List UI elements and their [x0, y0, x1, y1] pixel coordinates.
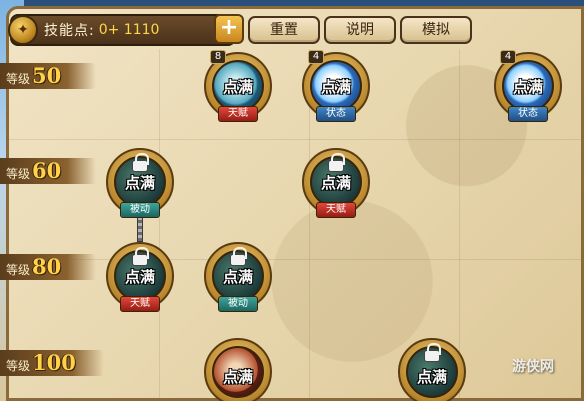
level-label-100: 等级 100 — [0, 350, 104, 376]
simulate-button[interactable]: 模拟 — [400, 16, 472, 44]
lock-icon — [328, 153, 345, 172]
skill-point-coin-icon: ✦ — [8, 15, 38, 45]
skill-node-lv50-3[interactable]: 4 点满 状态 — [494, 50, 562, 122]
skill-points-value: 0+ 1110 — [98, 22, 160, 38]
level-text: 等级 — [6, 263, 31, 277]
skill-type-tag: 状态 — [508, 106, 548, 122]
skill-node-lv50-1[interactable]: 8 点满 天赋 — [204, 50, 272, 122]
level-number: 60 — [32, 158, 62, 183]
lock-icon — [132, 153, 149, 172]
level-number: 50 — [32, 63, 62, 88]
skill-node-lv50-2[interactable]: 4 点满 状态 — [302, 50, 370, 122]
skill-type-tag: 天赋 — [316, 202, 356, 218]
skill-level-badge: 8 — [210, 50, 226, 64]
skill-points-bar: ✦ 技能点: 0+ 1110 — [8, 14, 236, 46]
skill-status: 点满 — [222, 368, 253, 386]
skill-connector — [137, 216, 143, 242]
map-gridline — [459, 49, 460, 398]
skill-status: 点满 — [124, 268, 155, 286]
skill-status: 点满 — [416, 368, 447, 386]
reset-button[interactable]: 重置 — [248, 16, 320, 44]
level-label-50: 等级 50 — [0, 63, 96, 89]
skill-status: 点满 — [222, 78, 253, 96]
lock-icon — [132, 247, 149, 266]
site-watermark: 游侠网 — [512, 359, 554, 375]
skill-status: 点满 — [512, 78, 543, 96]
skill-node-lv100-1[interactable]: 点满 — [204, 338, 272, 401]
level-number: 100 — [32, 350, 76, 375]
skill-node-lv100-2[interactable]: 点满 — [398, 338, 466, 401]
skill-type-tag: 被动 — [218, 296, 258, 312]
lock-icon — [424, 343, 441, 362]
skill-type-tag: 天赋 — [218, 106, 258, 122]
skill-type-tag: 天赋 — [120, 296, 160, 312]
level-label-80: 等级 80 — [0, 254, 96, 280]
skill-node-lv60-1[interactable]: 点满 被动 — [106, 148, 174, 218]
lock-icon — [230, 247, 247, 266]
skill-status: 点满 — [320, 174, 351, 192]
level-label-60: 等级 60 — [0, 158, 96, 184]
map-gridline — [159, 49, 160, 398]
info-button[interactable]: 说明 — [324, 16, 396, 44]
skill-type-tag: 状态 — [316, 106, 356, 122]
skill-node-lv80-1[interactable]: 点满 天赋 — [106, 242, 174, 312]
level-text: 等级 — [6, 167, 31, 181]
level-text: 等级 — [6, 359, 31, 373]
skill-node-lv60-2[interactable]: 点满 天赋 — [302, 148, 370, 218]
skill-level-badge: 4 — [500, 50, 516, 64]
skill-status: 点满 — [124, 174, 155, 192]
add-skill-points-button[interactable]: + — [214, 14, 244, 44]
skill-type-tag: 被动 — [120, 202, 160, 218]
level-text: 等级 — [6, 72, 31, 86]
skill-node-lv80-2[interactable]: 点满 被动 — [204, 242, 272, 312]
map-gridline — [9, 139, 581, 140]
skill-level-badge: 4 — [308, 50, 324, 64]
skill-status: 点满 — [320, 78, 351, 96]
skill-status: 点满 — [222, 268, 253, 286]
level-number: 80 — [32, 254, 62, 279]
skill-points-label: 技能点: — [44, 23, 95, 39]
